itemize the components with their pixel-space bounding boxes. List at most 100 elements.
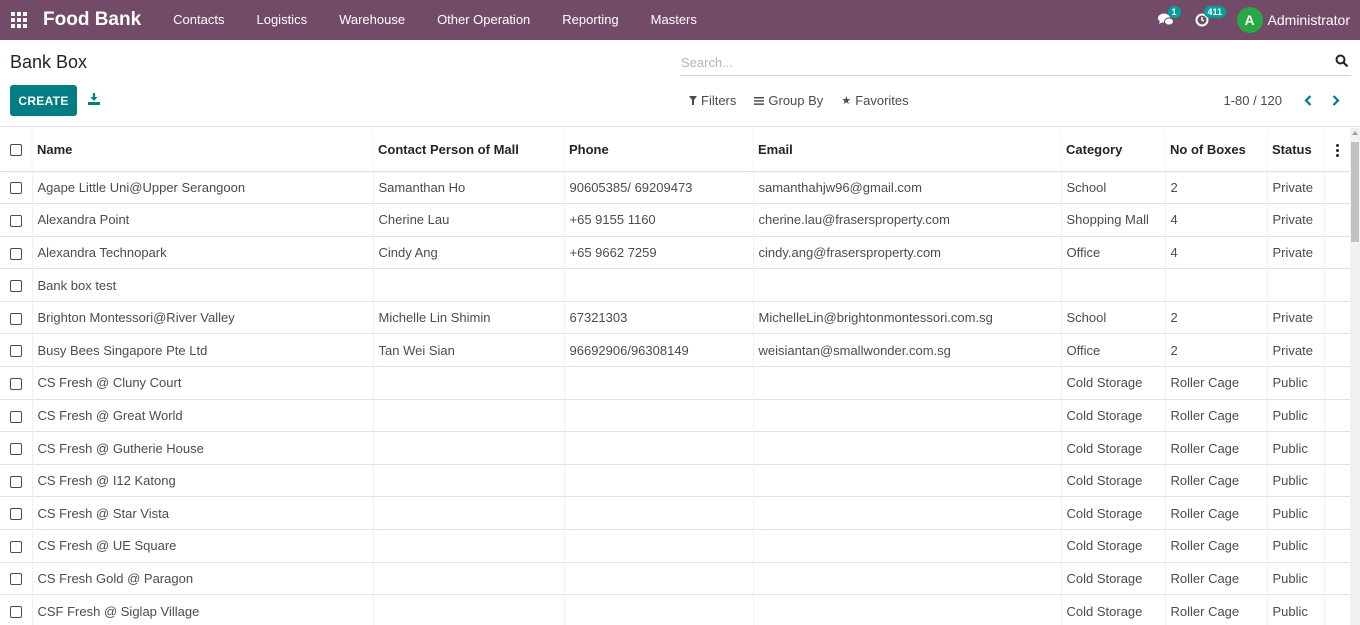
- user-avatar[interactable]: A: [1236, 7, 1263, 33]
- cell-contact-person: [372, 463, 564, 497]
- cell-contact-person: [372, 366, 564, 400]
- row-select-cell: [0, 529, 32, 563]
- cell-no-of-boxes: [1164, 268, 1267, 302]
- row-checkbox[interactable]: [10, 443, 22, 456]
- table-body: Agape Little Uni@Upper Serangoon Samantha…: [0, 170, 1350, 625]
- search-input[interactable]: [680, 50, 1320, 74]
- apps-menu-icon[interactable]: [10, 11, 28, 29]
- cell-email: cindy.ang@frasersproperty.com: [752, 235, 1061, 269]
- pager-next-button[interactable]: [1326, 92, 1346, 108]
- create-button[interactable]: CREATE: [10, 85, 77, 116]
- messaging-button[interactable]: 1: [1151, 0, 1181, 40]
- row-checkbox[interactable]: [10, 345, 22, 358]
- table-row[interactable]: Agape Little Uni@Upper Serangoon Samantha…: [0, 170, 1350, 204]
- row-checkbox[interactable]: [10, 312, 22, 325]
- table-row[interactable]: CSF Fresh @ Siglap Village Cold Storage Ro…: [0, 594, 1350, 625]
- filters-label: Filters: [701, 93, 737, 108]
- table-row[interactable]: CS Fresh @ Star Vista Cold Storage Roller …: [0, 496, 1350, 530]
- cell-phone: [563, 268, 753, 302]
- row-checkbox[interactable]: [10, 540, 22, 553]
- column-header-name[interactable]: Name: [32, 128, 373, 172]
- cell-status: Private: [1266, 170, 1324, 204]
- cell-phone: [563, 431, 753, 465]
- cell-name: CS Fresh @ Great World: [31, 398, 373, 432]
- cell-status: Private: [1266, 203, 1324, 237]
- table-row[interactable]: Bank box test: [0, 268, 1350, 302]
- row-select-cell: [0, 203, 32, 237]
- cell-phone: 96692906/96308149: [563, 333, 753, 367]
- menu-item-contacts[interactable]: Contacts: [157, 0, 240, 40]
- cell-no-of-boxes: 2: [1164, 170, 1267, 204]
- table-row[interactable]: Alexandra Point Cherine Lau +65 9155 1160 c…: [0, 203, 1350, 237]
- cell-category: Cold Storage: [1060, 496, 1165, 530]
- row-checkbox[interactable]: [10, 606, 22, 619]
- scroll-thumb[interactable]: [1351, 142, 1359, 242]
- column-header-status[interactable]: Status: [1267, 128, 1324, 172]
- column-header-phone[interactable]: Phone: [564, 128, 753, 172]
- row-checkbox[interactable]: [10, 377, 22, 390]
- chevron-right-icon: [1332, 94, 1340, 106]
- column-header-email[interactable]: Email: [753, 128, 1061, 172]
- cell-category: Cold Storage: [1060, 561, 1165, 595]
- row-spacer-cell: [1323, 561, 1350, 595]
- pager-value[interactable]: 1-80 / 120: [1223, 93, 1282, 108]
- filters-toggle[interactable]: Filters: [689, 93, 736, 108]
- row-checkbox[interactable]: [10, 214, 22, 227]
- table-row[interactable]: CS Fresh @ I12 Katong Cold Storage Roller …: [0, 463, 1350, 497]
- cell-category: Shopping Mall: [1060, 203, 1165, 237]
- menu-item-logistics[interactable]: Logistics: [240, 0, 323, 40]
- optional-columns-toggle[interactable]: [1324, 128, 1350, 172]
- app-brand[interactable]: Food Bank: [43, 9, 141, 31]
- download-icon[interactable]: [87, 92, 101, 106]
- column-header-category[interactable]: Category: [1061, 128, 1165, 172]
- cell-contact-person: [372, 268, 564, 302]
- cell-status: Public: [1266, 496, 1324, 530]
- control-panel: Bank Box CREATE Filters Group By: [0, 40, 1360, 127]
- cell-email: [752, 594, 1061, 625]
- table-row[interactable]: CS Fresh @ Gutherie House Cold Storage Rol…: [0, 431, 1350, 465]
- page-title: Bank Box: [10, 52, 88, 72]
- table-row[interactable]: Brighton Montessori@River Valley Michelle…: [0, 300, 1350, 334]
- cell-no-of-boxes: Roller Cage: [1164, 366, 1267, 400]
- row-checkbox[interactable]: [10, 475, 22, 488]
- table-row[interactable]: CS Fresh @ Great World Cold Storage Roller…: [0, 398, 1350, 432]
- row-checkbox[interactable]: [10, 280, 22, 293]
- activities-button[interactable]: 411: [1187, 0, 1227, 40]
- list-scrollbar[interactable]: [1350, 128, 1360, 625]
- table-row[interactable]: Busy Bees Singapore Pte Ltd Tan Wei Sian 9…: [0, 333, 1350, 367]
- menu-item-other-operation[interactable]: Other Operation: [421, 0, 546, 40]
- table-row[interactable]: CS Fresh @ Cluny Court Cold Storage Roller…: [0, 366, 1350, 400]
- menu-item-reporting[interactable]: Reporting: [546, 0, 634, 40]
- navbar-systray: 1 411 A Administrator: [1151, 0, 1360, 40]
- row-select-cell: [0, 268, 32, 302]
- menu-item-warehouse[interactable]: Warehouse: [323, 0, 421, 40]
- favorites-toggle[interactable]: ★ Favorites: [841, 93, 908, 108]
- select-all-checkbox[interactable]: [10, 144, 22, 157]
- cell-no-of-boxes: Roller Cage: [1164, 463, 1267, 497]
- row-checkbox[interactable]: [10, 182, 22, 195]
- chevron-left-icon: [1304, 94, 1312, 106]
- menu-item-masters[interactable]: Masters: [635, 0, 713, 40]
- row-spacer-cell: [1323, 333, 1350, 367]
- cell-no-of-boxes: Roller Cage: [1164, 496, 1267, 530]
- column-header-no-of-boxes[interactable]: No of Boxes: [1165, 128, 1267, 172]
- user-menu[interactable]: Administrator: [1268, 12, 1350, 28]
- scroll-up-arrow-icon[interactable]: [1352, 131, 1358, 135]
- cell-name: Brighton Montessori@River Valley: [31, 300, 373, 334]
- row-checkbox[interactable]: [10, 247, 22, 260]
- column-header-contact-person[interactable]: Contact Person of Mall: [373, 128, 564, 172]
- cell-no-of-boxes: Roller Cage: [1164, 398, 1267, 432]
- row-checkbox[interactable]: [10, 573, 22, 586]
- cell-status: [1266, 268, 1324, 302]
- table-row[interactable]: CS Fresh Gold @ Paragon Cold Storage Rolle…: [0, 561, 1350, 595]
- row-checkbox[interactable]: [10, 508, 22, 521]
- cell-no-of-boxes: 4: [1164, 203, 1267, 237]
- pager-previous-button[interactable]: [1298, 92, 1318, 108]
- table-row[interactable]: Alexandra Technopark Cindy Ang +65 9662 72…: [0, 235, 1350, 269]
- select-all-cell: [0, 128, 32, 172]
- search-icon[interactable]: [1335, 54, 1349, 68]
- row-checkbox[interactable]: [10, 410, 22, 423]
- cell-name: CS Fresh @ Cluny Court: [31, 366, 373, 400]
- table-row[interactable]: CS Fresh @ UE Square Cold Storage Roller C…: [0, 529, 1350, 563]
- group-by-toggle[interactable]: Group By: [754, 93, 823, 108]
